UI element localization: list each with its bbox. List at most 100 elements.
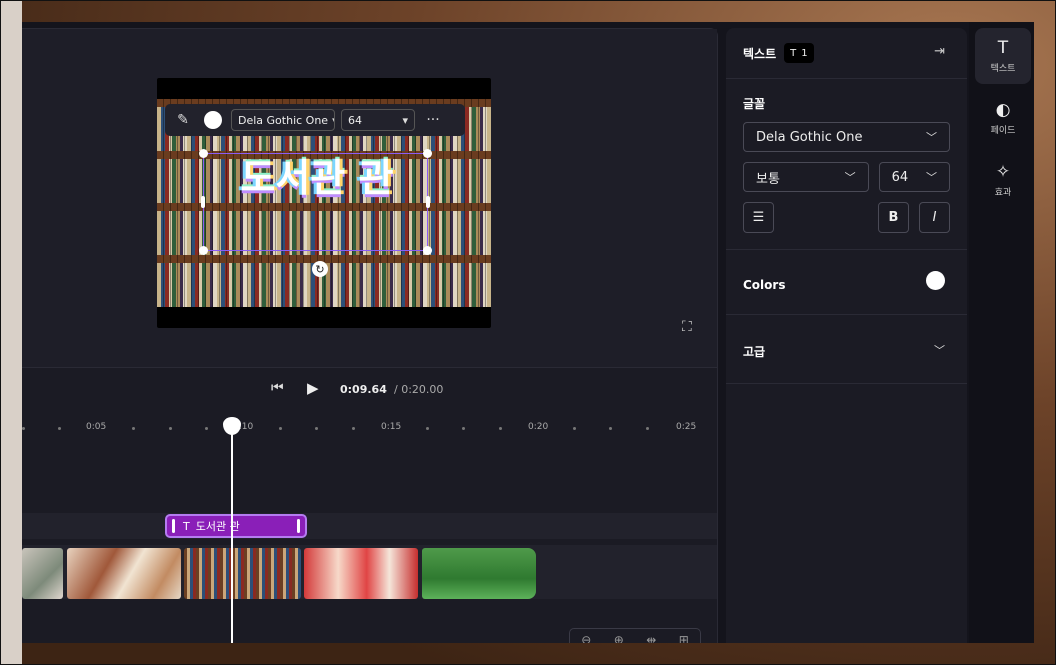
fade-icon: ◐ [995, 100, 1011, 120]
clip-trim-handle[interactable] [172, 519, 175, 533]
chevron-down-icon: ▾ [402, 113, 408, 127]
ruler-tick [499, 427, 502, 430]
timeline-ruler[interactable]: 0:05 0:10 0:15 0:20 0:25 [22, 417, 717, 441]
panel-header: 텍스트 T 1 ⇥ [726, 28, 967, 79]
fit-timeline-icon[interactable]: ⇹ [646, 633, 656, 643]
rail-label: 효과 [994, 188, 1012, 198]
chevron-down-icon: ▾ [332, 114, 334, 127]
resize-handle[interactable] [426, 196, 430, 208]
ruler-tick [646, 427, 649, 430]
resize-handle[interactable] [199, 246, 208, 255]
resize-handle[interactable] [199, 149, 208, 158]
rail-item-text[interactable]: T 텍스트 [975, 28, 1031, 84]
text-selection-box[interactable] [199, 149, 432, 255]
text-color-button[interactable] [201, 108, 225, 132]
ruler-label: 0:15 [381, 422, 402, 432]
effects-wand-icon: ✧ [995, 162, 1011, 182]
italic-button[interactable]: I [919, 202, 950, 233]
ruler-tick [132, 427, 135, 430]
current-time: 0:09.64 [340, 383, 387, 396]
playback-controls: ⏮ ▶ 0:09.64 / 0:20.00 [22, 367, 717, 418]
clip-trim-handle[interactable] [297, 519, 300, 533]
chevron-down-icon[interactable]: ﹀ [934, 342, 945, 358]
ruler-tick [315, 427, 318, 430]
ruler-tick [352, 427, 355, 430]
video-preview[interactable]: ✎ Dela Gothic One ▾ 64 ▾ ··· 도서관 관 [157, 78, 491, 328]
ruler-label: 0:20 [528, 422, 549, 432]
font-section-label: 글꼴 [743, 97, 766, 111]
ruler-tick [462, 427, 465, 430]
toolbar-font-value: Dela Gothic One [238, 113, 329, 127]
zoom-out-icon[interactable]: ⊖ [581, 633, 591, 643]
pencil-icon[interactable]: ✎ [171, 108, 195, 132]
advanced-label: 고급 [743, 345, 766, 359]
fullscreen-icon[interactable]: ⛶ [682, 319, 692, 335]
rail-label: 페이드 [990, 126, 1016, 136]
resize-handle[interactable] [423, 246, 432, 255]
toolbar-size-select[interactable]: 64 ▾ [341, 109, 415, 131]
text-align-button[interactable]: ☰ [743, 202, 774, 233]
playhead[interactable] [231, 425, 233, 643]
preview-area: ✎ Dela Gothic One ▾ 64 ▾ ··· 도서관 관 [22, 29, 717, 367]
style-buttons: B I [878, 202, 950, 233]
rail-item-fade[interactable]: ◐ 페이드 [975, 90, 1031, 146]
text-floating-toolbar: ✎ Dela Gothic One ▾ 64 ▾ ··· [165, 104, 465, 136]
ruler-tick [573, 427, 576, 430]
align-center-icon: ☰ [752, 210, 765, 225]
badge-count: 1 [801, 47, 808, 59]
advanced-section[interactable]: 고급 ﹀ [726, 315, 967, 384]
timeline-zoom-controls: ⊖ ⊕ ⇹ ⊞ [569, 628, 701, 643]
rotate-icon[interactable]: ↻ [312, 261, 328, 277]
video-clip[interactable] [67, 548, 181, 599]
ruler-tick [22, 427, 25, 430]
ruler-label: 0:05 [86, 422, 107, 432]
video-clip[interactable] [184, 548, 301, 599]
collapse-panel-icon[interactable]: ⇥ [934, 44, 945, 59]
rail-item-effects[interactable]: ✧ 효과 [975, 152, 1031, 208]
ruler-tick [426, 427, 429, 430]
text-clip[interactable]: T 도서관 관 [165, 514, 307, 538]
rail-label: 텍스트 [990, 64, 1016, 74]
right-tool-rail: T 텍스트 ◐ 페이드 ✧ 효과 [969, 22, 1034, 643]
font-weight-value: 보통 [756, 171, 780, 187]
toolbar-font-select[interactable]: Dela Gothic One ▾ [231, 109, 335, 131]
bold-button[interactable]: B [878, 202, 909, 233]
colors-section[interactable]: Colors [726, 250, 967, 315]
text-count-badge: T 1 [784, 43, 814, 63]
video-clip[interactable] [22, 548, 63, 599]
video-editor-window: ✎ Dela Gothic One ▾ 64 ▾ ··· 도서관 관 [22, 22, 1034, 643]
ruler-tick [609, 427, 612, 430]
ruler-tick [205, 427, 208, 430]
video-clip[interactable] [304, 548, 418, 599]
colors-label: Colors [743, 278, 786, 292]
ruler-tick [58, 427, 61, 430]
font-section: 글꼴 Dela Gothic One ﹀ 보통 ﹀ 64 ﹀ ☰ B I [726, 79, 967, 250]
text-icon: T [183, 519, 190, 533]
font-family-select[interactable]: Dela Gothic One ﹀ [743, 122, 950, 152]
properties-panel: 텍스트 T 1 ⇥ 글꼴 Dela Gothic One ﹀ 보통 ﹀ 64 ﹀ [726, 28, 967, 643]
more-options-icon[interactable]: ··· [421, 108, 445, 132]
chevron-down-icon: ﹀ [926, 171, 937, 184]
ruler-tick [169, 427, 172, 430]
text-color-swatch[interactable] [926, 271, 945, 290]
panel-title: 텍스트 [743, 46, 777, 61]
font-weight-select[interactable]: 보통 ﹀ [743, 162, 869, 192]
toolbar-size-value: 64 [348, 113, 362, 127]
chevron-down-icon: ﹀ [844, 171, 856, 184]
expand-icon[interactable]: ⊞ [679, 633, 689, 643]
zoom-in-icon[interactable]: ⊕ [614, 633, 624, 643]
text-icon: T [790, 47, 797, 59]
total-time: / 0:20.00 [394, 383, 444, 396]
skip-to-start-icon[interactable]: ⏮ [271, 380, 284, 396]
font-size-select[interactable]: 64 ﹀ [878, 162, 950, 192]
text-track: T 도서관 관 [22, 513, 717, 539]
resize-handle[interactable] [423, 149, 432, 158]
ruler-tick [279, 427, 282, 430]
video-clip[interactable] [422, 548, 536, 599]
video-track [22, 545, 717, 599]
text-icon: T [997, 38, 1009, 58]
resize-handle[interactable] [201, 196, 205, 208]
play-icon[interactable]: ▶ [307, 379, 319, 397]
font-size-value: 64 [891, 169, 909, 185]
text-clip-label: 도서관 관 [195, 520, 240, 533]
